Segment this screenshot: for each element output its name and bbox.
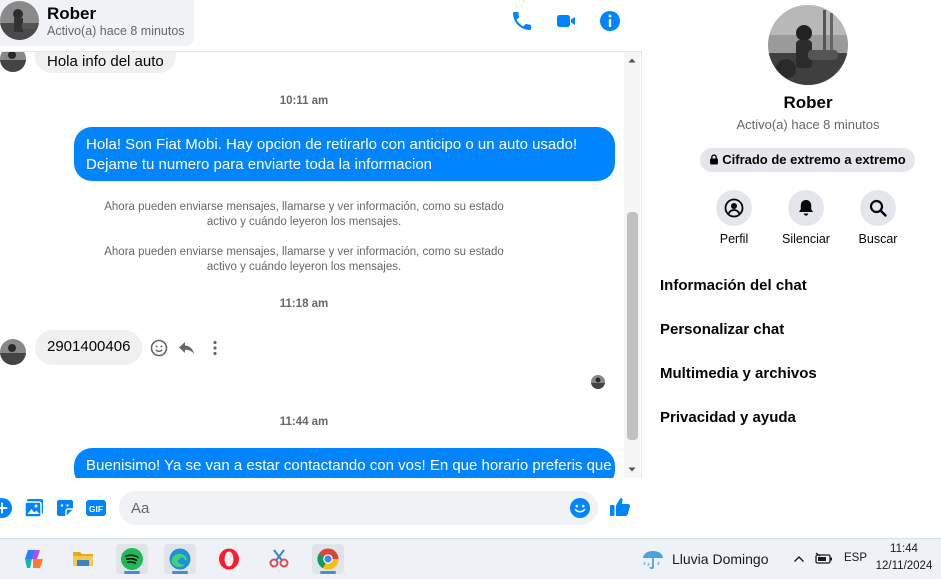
bell-icon[interactable]	[788, 190, 824, 226]
system-message: Ahora pueden enviarse mensajes, llamarse…	[0, 200, 608, 230]
scroll-down-arrow-icon[interactable]	[624, 462, 640, 478]
message-list: Hola info del auto 10:11 am Hola! Son Fi…	[0, 52, 624, 478]
message-line: Hola! Son Fiat Mobi. Hay opcion de retir…	[86, 136, 578, 153]
running-indicator	[320, 571, 336, 574]
edge-browser-icon[interactable]	[164, 544, 196, 574]
search-action[interactable]: Buscar	[838, 190, 918, 246]
windows-taskbar: Lluvia Domingo ESP 11:44 12/11/2024	[0, 538, 941, 579]
contact-profile-photo[interactable]	[768, 5, 848, 85]
image-icon[interactable]	[23, 497, 45, 519]
phone-icon[interactable]	[510, 9, 534, 33]
search-label: Buscar	[858, 232, 898, 246]
more-icon[interactable]	[205, 338, 225, 358]
system-message-line: activo y cuándo leyeron los mensajes.	[206, 216, 402, 228]
contact-header-button[interactable]: Rober Activo(a) hace 8 minutos	[0, 0, 194, 46]
message-outgoing[interactable]: Hola! Son Fiat Mobi. Hay opcion de retir…	[74, 127, 615, 181]
contact-status: Activo(a) hace 8 minutos	[47, 24, 185, 38]
seen-avatar	[591, 375, 605, 389]
chat-panel: Rober Activo(a) hace 8 minutos Hola info…	[0, 0, 642, 538]
running-indicator	[172, 571, 188, 574]
language-indicator[interactable]: ESP	[844, 552, 867, 564]
file-explorer-icon[interactable]	[67, 544, 99, 574]
encryption-badge[interactable]: Cifrado de extremo a extremo	[700, 148, 915, 172]
info-contact-name: Rober	[783, 93, 833, 112]
media-files-row[interactable]: Multimedia y archivos	[660, 365, 817, 382]
search-icon[interactable]	[860, 190, 896, 226]
clock-time[interactable]: 11:44	[872, 543, 936, 555]
video-icon[interactable]	[554, 9, 578, 33]
svg-text:GIF: GIF	[89, 504, 103, 514]
chat-header: Rober Activo(a) hace 8 minutos	[0, 0, 642, 52]
profile-action[interactable]: Perfil	[694, 190, 774, 246]
system-message-line: Ahora pueden enviarse mensajes, llamarse…	[104, 201, 504, 213]
lock-icon	[710, 154, 719, 165]
mute-label: Silenciar	[782, 232, 830, 246]
snipping-tool-icon[interactable]	[263, 544, 295, 574]
message-line: Dejame tu numero para enviarte toda la i…	[86, 156, 433, 173]
contact-avatar-small	[0, 52, 26, 72]
sticker-icon[interactable]	[54, 497, 76, 519]
message-scrollbar[interactable]	[624, 52, 640, 478]
message-timestamp: 11:18 am	[279, 298, 329, 310]
customize-chat-row[interactable]: Personalizar chat	[660, 321, 784, 338]
chrome-browser-icon[interactable]	[312, 544, 344, 574]
privacy-help-row[interactable]: Privacidad y ayuda	[660, 409, 796, 426]
scroll-up-arrow-icon[interactable]	[624, 52, 640, 68]
message-input[interactable]	[119, 491, 598, 525]
spotify-app-icon[interactable]	[116, 544, 148, 574]
conversation-info-panel: Rober Activo(a) hace 8 minutos Cifrado d…	[643, 0, 941, 538]
emoji-icon[interactable]	[149, 338, 169, 358]
contact-avatar	[0, 1, 39, 40]
clock-date[interactable]: 12/11/2024	[872, 560, 936, 572]
chevron-up-icon[interactable]	[792, 552, 806, 566]
message-composer: GIF	[0, 478, 642, 538]
message-incoming[interactable]: 2901400406	[35, 330, 143, 365]
reply-icon[interactable]	[177, 338, 197, 358]
info-icon[interactable]	[598, 9, 622, 33]
system-message-line: activo y cuándo leyeron los mensajes.	[206, 261, 402, 273]
message-incoming[interactable]: Hola info del auto	[35, 52, 176, 73]
battery-icon[interactable]	[815, 551, 833, 567]
profile-label: Perfil	[719, 232, 749, 246]
opera-browser-icon[interactable]	[213, 544, 245, 574]
messenger-window: Rober Activo(a) hace 8 minutos Hola info…	[0, 0, 941, 579]
chat-info-row[interactable]: Información del chat	[660, 277, 807, 294]
weather-rain-icon[interactable]	[640, 547, 666, 571]
system-message: Ahora pueden enviarse mensajes, llamarse…	[0, 245, 608, 275]
like-icon[interactable]	[609, 496, 631, 518]
emoji-icon[interactable]	[569, 497, 591, 519]
info-contact-status: Activo(a) hace 8 minutos	[736, 117, 880, 132]
weather-text[interactable]: Lluvia Domingo	[672, 551, 769, 567]
copilot-app-icon[interactable]	[18, 544, 50, 574]
contact-avatar-small	[0, 339, 26, 365]
profile-icon[interactable]	[716, 190, 752, 226]
message-outgoing[interactable]: Buenisimo! Ya se van a estar contactando…	[74, 448, 615, 478]
system-message-line: Ahora pueden enviarse mensajes, llamarse…	[104, 246, 504, 258]
plus-icon[interactable]	[0, 497, 13, 519]
scrollbar-thumb[interactable]	[627, 212, 638, 440]
running-indicator	[124, 571, 140, 574]
message-timestamp: 10:11 am	[279, 95, 329, 107]
encryption-label: Cifrado de extremo a extremo	[722, 152, 906, 167]
mute-action[interactable]: Silenciar	[766, 190, 846, 246]
gif-icon[interactable]: GIF	[85, 497, 107, 519]
message-timestamp: 11:44 am	[279, 416, 329, 428]
contact-name: Rober	[47, 4, 97, 23]
